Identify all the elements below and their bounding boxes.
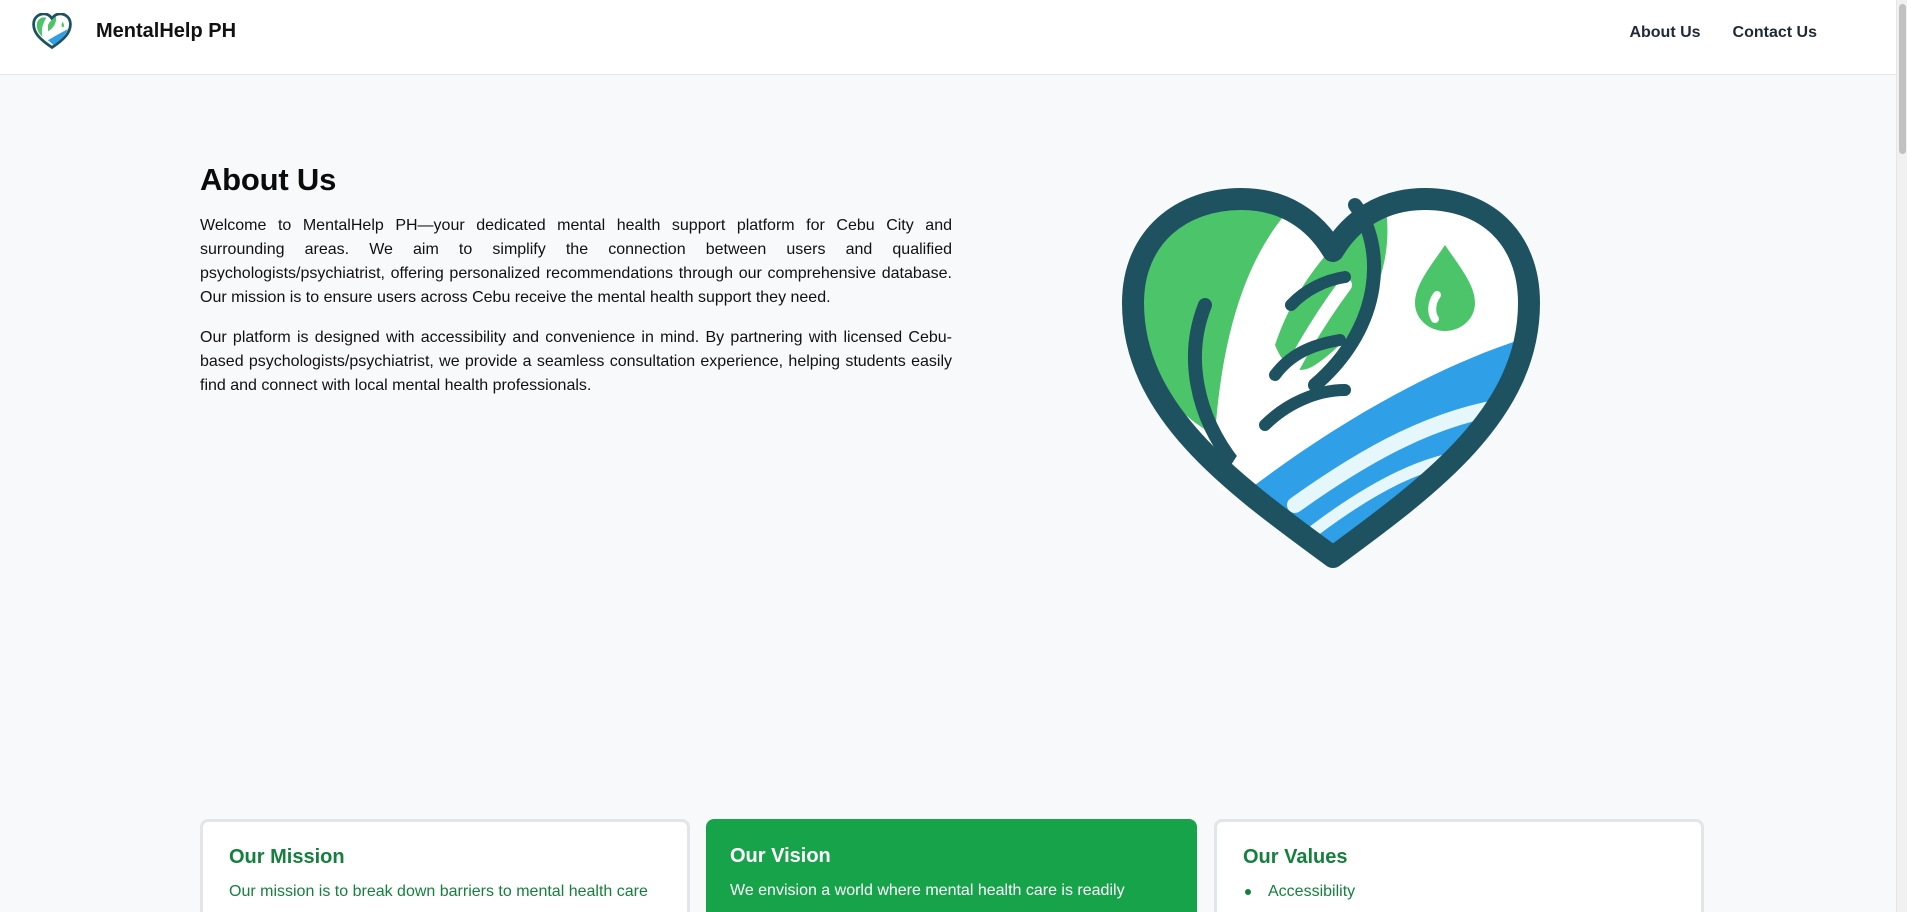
brand-name: MentalHelp PH	[96, 19, 237, 42]
list-item: Accessibility	[1243, 879, 1675, 905]
mission-text: Our mission is to break down barriers to…	[229, 883, 648, 900]
bullet-icon	[1245, 889, 1251, 895]
mission-title: Our Mission	[229, 846, 345, 868]
vision-title: Our Vision	[730, 845, 831, 867]
page-scrollbar[interactable]	[1896, 0, 1907, 912]
heart-logo-icon	[32, 13, 72, 49]
page-title: About Us	[200, 162, 337, 197]
scrollbar-thumb[interactable]	[1899, 4, 1906, 154]
nav-link-about-us[interactable]: About Us	[1629, 24, 1700, 42]
vision-text: We envision a world where mental health …	[730, 882, 1125, 899]
top-navbar: MentalHelp PH About Us Contact Us	[0, 0, 1907, 75]
about-paragraph-2: Our platform is designed with accessibil…	[200, 329, 952, 394]
vision-card: Our Vision We envision a world where men…	[706, 819, 1197, 912]
nav-links: About Us Contact Us	[1629, 24, 1817, 42]
values-card: Our Values Accessibility	[1214, 819, 1704, 912]
about-paragraph-1: Welcome to MentalHelp PH—your dedicated …	[200, 217, 952, 306]
heart-leaf-water-logo-icon	[1122, 188, 1540, 568]
values-title: Our Values	[1243, 846, 1348, 868]
values-list: Accessibility	[1243, 879, 1675, 905]
nav-link-contact-us[interactable]: Contact Us	[1733, 24, 1817, 42]
brand[interactable]: MentalHelp PH	[32, 13, 236, 49]
values-item-label: Accessibility	[1268, 883, 1356, 900]
about-section: About Us Welcome to MentalHelp PH—your d…	[200, 162, 952, 414]
mission-card: Our Mission Our mission is to break down…	[200, 819, 690, 912]
